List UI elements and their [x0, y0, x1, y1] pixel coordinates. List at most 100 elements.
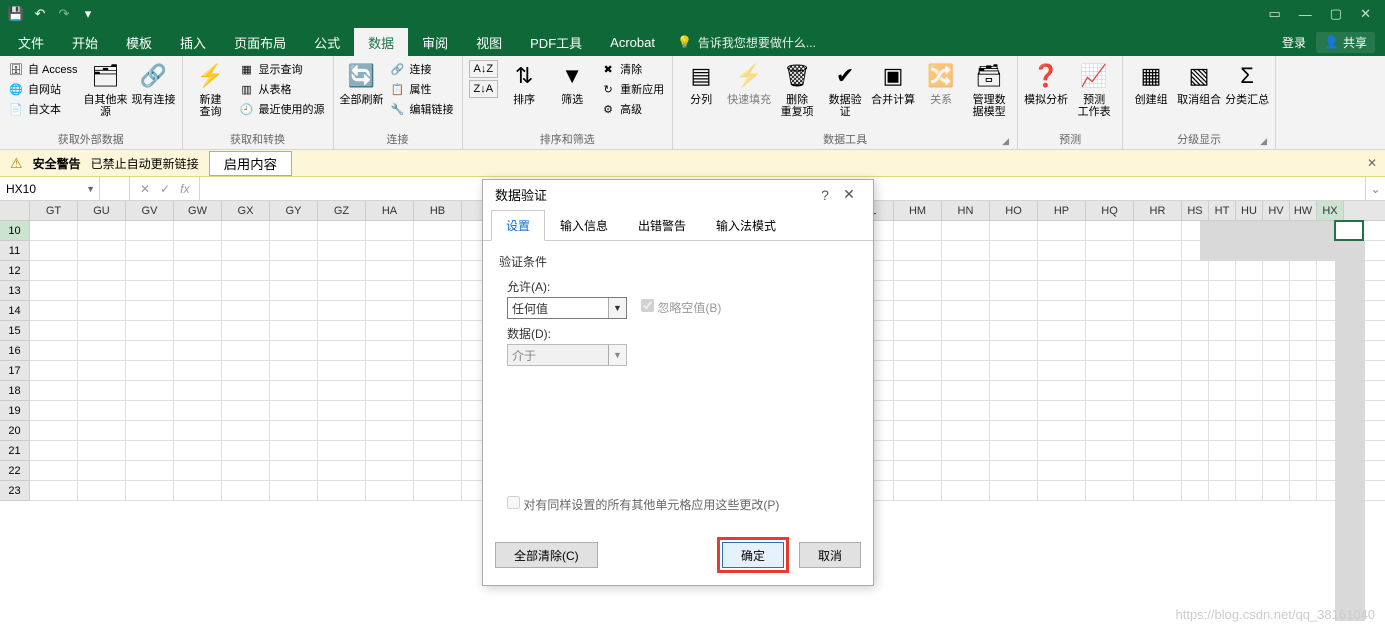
cancel-button[interactable]: 取消: [799, 542, 861, 568]
qat-more-icon[interactable]: ▾: [80, 6, 96, 22]
advanced-filter-button[interactable]: ⚙高级: [598, 100, 666, 118]
tab-file[interactable]: 文件: [4, 28, 58, 56]
save-icon[interactable]: 💾: [8, 6, 24, 22]
select-all-corner[interactable]: [0, 201, 30, 220]
fx-icon[interactable]: fx: [180, 182, 189, 196]
tab-input-message[interactable]: 输入信息: [545, 210, 623, 241]
row-header[interactable]: 20: [0, 421, 30, 441]
new-query-button[interactable]: ⚡新建 查询: [189, 58, 233, 118]
tab-settings[interactable]: 设置: [491, 210, 545, 241]
tab-insert[interactable]: 插入: [166, 28, 220, 56]
enter-formula-icon[interactable]: ✓: [160, 182, 170, 196]
column-header[interactable]: HR: [1134, 201, 1182, 220]
sort-za-button[interactable]: Z↓A: [469, 80, 499, 98]
reapply-button[interactable]: ↻重新应用: [598, 80, 666, 98]
security-close-icon[interactable]: ✕: [1367, 156, 1377, 170]
tab-home[interactable]: 开始: [58, 28, 112, 56]
tab-pdf[interactable]: PDF工具: [516, 28, 596, 56]
ok-button[interactable]: 确定: [722, 542, 784, 568]
column-header[interactable]: HA: [366, 201, 414, 220]
tab-review[interactable]: 审阅: [408, 28, 462, 56]
name-box-dropdown-icon[interactable]: ▼: [86, 184, 95, 194]
active-cell[interactable]: [1334, 220, 1364, 241]
column-header[interactable]: HW: [1290, 201, 1317, 220]
group-button[interactable]: ▦创建组: [1129, 58, 1173, 106]
from-web-button[interactable]: 🌐自网站: [6, 80, 80, 98]
existing-connections-button[interactable]: 🔗现有连接: [132, 58, 176, 106]
clear-filter-button[interactable]: ✖清除: [598, 60, 666, 78]
dialog-launcher-icon[interactable]: ◢: [1002, 136, 1009, 147]
redo-icon[interactable]: ↷: [56, 6, 72, 22]
connections-button[interactable]: 🔗连接: [388, 60, 456, 78]
tab-formula[interactable]: 公式: [300, 28, 354, 56]
dialog-launcher-icon[interactable]: ◢: [1260, 136, 1267, 147]
enable-content-button[interactable]: 启用内容: [209, 151, 292, 176]
tab-acrobat[interactable]: Acrobat: [596, 28, 669, 56]
column-header[interactable]: GT: [30, 201, 78, 220]
text-to-columns-button[interactable]: ▤分列: [679, 58, 723, 106]
relationships-button[interactable]: 🔀关系: [919, 58, 963, 106]
column-header[interactable]: HQ: [1086, 201, 1134, 220]
cancel-formula-icon[interactable]: ✕: [140, 182, 150, 196]
tab-template[interactable]: 模板: [112, 28, 166, 56]
tab-error-alert[interactable]: 出错警告: [623, 210, 701, 241]
column-header[interactable]: HB: [414, 201, 462, 220]
tab-view[interactable]: 视图: [462, 28, 516, 56]
clear-all-button[interactable]: 全部清除(C): [495, 542, 598, 568]
row-header[interactable]: 13: [0, 281, 30, 301]
from-table-button[interactable]: ▥从表格: [237, 80, 327, 98]
minimize-icon[interactable]: —: [1299, 7, 1312, 22]
row-header[interactable]: 17: [0, 361, 30, 381]
share-button[interactable]: 👤 共享: [1316, 32, 1375, 53]
column-header[interactable]: GU: [78, 201, 126, 220]
tab-data[interactable]: 数据: [354, 28, 408, 56]
show-queries-button[interactable]: ▦显示查询: [237, 60, 327, 78]
ribbon-options-icon[interactable]: ▭: [1269, 6, 1281, 22]
flash-fill-button[interactable]: ⚡快速填充: [727, 58, 771, 106]
filter-button[interactable]: ▼筛选: [550, 58, 594, 106]
row-header[interactable]: 14: [0, 301, 30, 321]
sort-az-button[interactable]: A↓Z: [469, 60, 499, 78]
row-header[interactable]: 10: [0, 221, 30, 241]
column-header[interactable]: HM: [894, 201, 942, 220]
edit-links-button[interactable]: 🔧编辑链接: [388, 100, 456, 118]
column-header[interactable]: GY: [270, 201, 318, 220]
ungroup-button[interactable]: ▧取消组合: [1177, 58, 1221, 106]
from-access-button[interactable]: 🗄自 Access: [6, 60, 80, 78]
column-header[interactable]: GW: [174, 201, 222, 220]
column-header[interactable]: HS: [1182, 201, 1209, 220]
forecast-sheet-button[interactable]: 📈预测 工作表: [1072, 58, 1116, 118]
column-header[interactable]: HO: [990, 201, 1038, 220]
subtotal-button[interactable]: Σ分类汇总: [1225, 58, 1269, 106]
column-header[interactable]: GZ: [318, 201, 366, 220]
row-header[interactable]: 21: [0, 441, 30, 461]
column-header[interactable]: HX: [1317, 201, 1344, 220]
row-header[interactable]: 22: [0, 461, 30, 481]
column-header[interactable]: HT: [1209, 201, 1236, 220]
allow-select[interactable]: 任何值 ▼: [507, 297, 627, 319]
refresh-all-button[interactable]: 🔄全部刷新: [340, 58, 384, 106]
tab-ime-mode[interactable]: 输入法模式: [701, 210, 791, 241]
data-model-button[interactable]: 🗃管理数 据模型: [967, 58, 1011, 118]
row-header[interactable]: 18: [0, 381, 30, 401]
whatif-button[interactable]: ❓模拟分析: [1024, 58, 1068, 106]
dialog-help-icon[interactable]: ?: [813, 187, 837, 203]
from-text-button[interactable]: 📄自文本: [6, 100, 80, 118]
recent-sources-button[interactable]: 🕘最近使用的源: [237, 100, 327, 118]
row-header[interactable]: 11: [0, 241, 30, 261]
column-header[interactable]: HP: [1038, 201, 1086, 220]
row-header[interactable]: 16: [0, 341, 30, 361]
column-header[interactable]: HN: [942, 201, 990, 220]
column-header[interactable]: GX: [222, 201, 270, 220]
consolidate-button[interactable]: ▣合并计算: [871, 58, 915, 106]
close-icon[interactable]: ✕: [1360, 6, 1371, 22]
tab-layout[interactable]: 页面布局: [220, 28, 300, 56]
row-header[interactable]: 23: [0, 481, 30, 501]
dialog-close-icon[interactable]: ✕: [837, 186, 861, 203]
dialog-titlebar[interactable]: 数据验证 ? ✕: [483, 180, 873, 209]
column-header[interactable]: GV: [126, 201, 174, 220]
row-header[interactable]: 15: [0, 321, 30, 341]
row-header[interactable]: 12: [0, 261, 30, 281]
tell-me-search[interactable]: 💡 告诉我您想要做什么...: [677, 28, 816, 56]
column-header[interactable]: HU: [1236, 201, 1263, 220]
